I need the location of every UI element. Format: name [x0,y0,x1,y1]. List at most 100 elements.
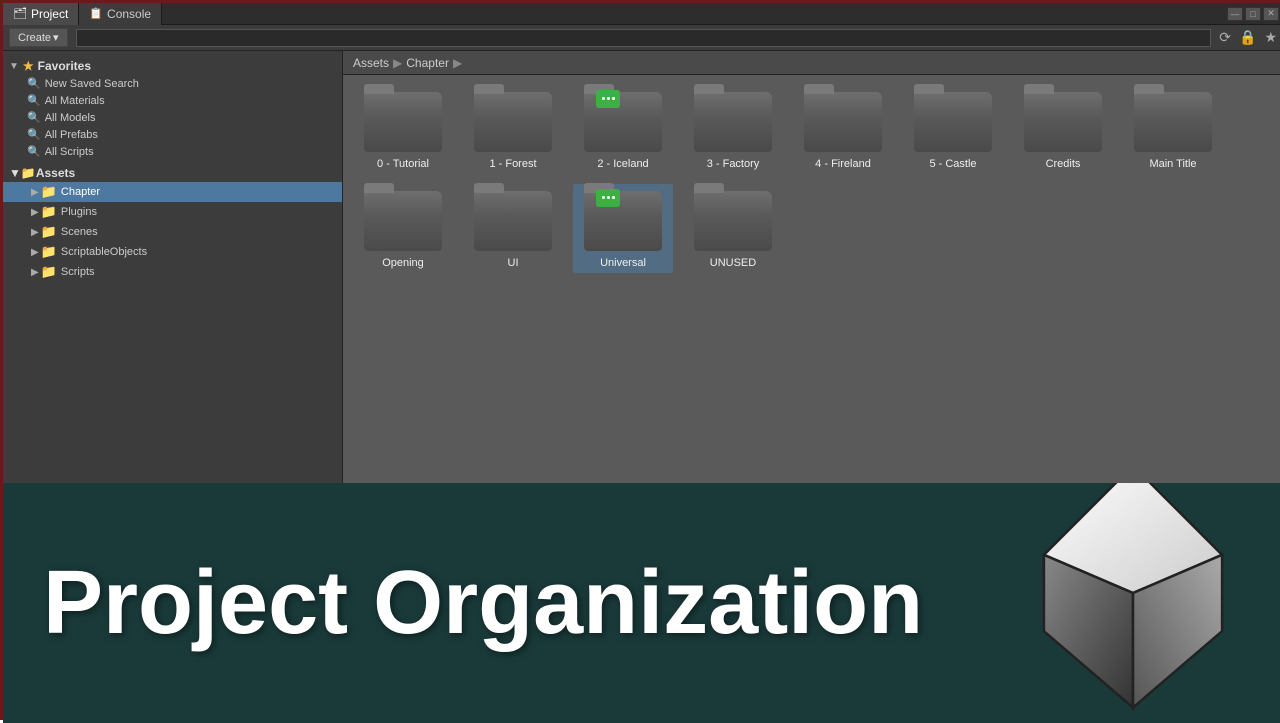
file-credits[interactable]: Credits [1013,85,1113,174]
castle-folder-visual [913,89,993,154]
search-icon-models: 🔍 [27,111,41,124]
file-iceland[interactable]: 2 - Iceland [573,85,673,174]
favorites-star: ★ [23,59,34,73]
breadcrumb-sep-1: ▶ [393,56,402,70]
all-materials-label: All Materials [45,95,105,107]
universal-badge-dot-1 [602,196,605,199]
castle-label: 5 - Castle [929,158,976,170]
file-ui[interactable]: UI [463,184,563,273]
breadcrumb: Assets ▶ Chapter ▶ [343,51,1280,75]
close-button[interactable]: ✕ [1263,7,1279,21]
unused-folder-shape [694,191,772,251]
badge-dot-3 [612,97,615,100]
scenes-folder-icon: 📁 [41,224,57,240]
plugins-folder-icon: 📁 [41,204,57,220]
tab-project[interactable]: 🗂 Project [3,3,79,25]
sidebar-folder-plugins[interactable]: ▶ 📁 Plugins [3,202,342,222]
universal-folder-visual [583,188,663,253]
tab-bar: 🗂 Project 📋 Console — □ ✕ [3,3,1280,25]
file-universal[interactable]: Universal [573,184,673,273]
scripts-label: Scripts [61,266,95,278]
right-panel: Assets ▶ Chapter ▶ 0 - Tutorial [343,51,1280,483]
sidebar-item-all-prefabs[interactable]: 🔍 All Prefabs [3,126,342,143]
fireland-folder-shape [804,92,882,152]
refresh-icon[interactable]: ⟳ [1219,29,1231,46]
main-title-folder-shape [1134,92,1212,152]
main-title-label: Main Title [1149,158,1196,170]
forest-label: 1 - Forest [489,158,536,170]
sidebar-folder-scenes[interactable]: ▶ 📁 Scenes [3,222,342,242]
iceland-folder-visual [583,89,663,154]
forest-folder-visual [473,89,553,154]
editor-area: 🗂 Project 📋 Console — □ ✕ Create ▾ ⟳ 🔒 ★ [3,3,1280,483]
file-main-title[interactable]: Main Title [1123,85,1223,174]
project-tab-icon: 🗂 [13,7,27,20]
sidebar-folder-scripts[interactable]: ▶ 📁 Scripts [3,262,342,282]
all-models-label: All Models [45,112,96,124]
ui-folder-visual [473,188,553,253]
factory-label: 3 - Factory [707,158,760,170]
opening-folder-shape [364,191,442,251]
file-castle[interactable]: 5 - Castle [903,85,1003,174]
opening-label: Opening [382,257,424,269]
console-tab-label: Console [107,7,151,21]
chapter-folder-icon: 📁 [41,184,57,200]
main-title-folder-visual [1133,89,1213,154]
scenes-arrow: ▶ [31,227,39,238]
unused-label: UNUSED [710,257,756,269]
search-input[interactable] [76,29,1212,47]
tutorial-folder-visual [363,89,443,154]
iceland-label: 2 - Iceland [597,158,648,170]
create-label: Create [18,32,51,44]
unused-folder-visual [693,188,773,253]
star-icon[interactable]: ★ [1264,29,1277,46]
fireland-label: 4 - Fireland [815,158,871,170]
assets-folder-icon: 📁 [21,166,36,180]
universal-badge-dot-2 [607,196,610,199]
minimize-button[interactable]: — [1227,7,1243,21]
sidebar-folder-chapter[interactable]: ▶ 📁 Chapter [3,182,342,202]
iceland-folder-shape [584,92,662,152]
breadcrumb-sep-2: ▶ [453,56,462,70]
lock-icon[interactable]: 🔒 [1239,29,1256,46]
breadcrumb-chapter[interactable]: Chapter [406,56,449,70]
file-unused[interactable]: UNUSED [683,184,783,273]
credits-label: Credits [1046,158,1081,170]
iceland-badge [596,90,620,108]
ui-label: UI [508,257,519,269]
project-tab-label: Project [31,7,68,21]
plugins-arrow: ▶ [31,207,39,218]
file-fireland[interactable]: 4 - Fireland [793,85,893,174]
castle-folder-shape [914,92,992,152]
file-tutorial[interactable]: 0 - Tutorial [353,85,453,174]
favorites-header[interactable]: ▼ ★ Favorites [3,57,342,75]
favorites-label: Favorites [38,59,91,73]
opening-folder-visual [363,188,443,253]
file-factory[interactable]: 3 - Factory [683,85,783,174]
file-forest[interactable]: 1 - Forest [463,85,563,174]
maximize-button[interactable]: □ [1245,7,1261,21]
scripts-arrow: ▶ [31,267,39,278]
assets-header[interactable]: ▼ 📁 Assets [3,164,342,182]
factory-folder-shape [694,92,772,152]
create-dropdown-icon: ▾ [53,31,59,44]
sidebar-item-all-models[interactable]: 🔍 All Models [3,109,342,126]
new-saved-search-label: New Saved Search [45,78,139,90]
tutorial-label: 0 - Tutorial [377,158,429,170]
breadcrumb-assets[interactable]: Assets [353,56,389,70]
scriptableobjects-arrow: ▶ [31,247,39,258]
create-button[interactable]: Create ▾ [9,28,68,47]
sidebar-folder-scriptableobjects[interactable]: ▶ 📁 ScriptableObjects [3,242,342,262]
assets-label: Assets [36,166,75,180]
tab-console[interactable]: 📋 Console [79,3,162,25]
file-opening[interactable]: Opening [353,184,453,273]
sidebar-item-new-saved-search[interactable]: 🔍 New Saved Search [3,75,342,92]
sidebar-item-all-scripts[interactable]: 🔍 All Scripts [3,143,342,160]
sidebar-item-all-materials[interactable]: 🔍 All Materials [3,92,342,109]
forest-folder-shape [474,92,552,152]
scenes-label: Scenes [61,226,98,238]
file-grid-area: 0 - Tutorial 1 - Forest [343,75,1280,483]
unity-logo [1003,483,1263,723]
scriptableobjects-label: ScriptableObjects [61,246,147,258]
universal-label: Universal [600,257,646,269]
